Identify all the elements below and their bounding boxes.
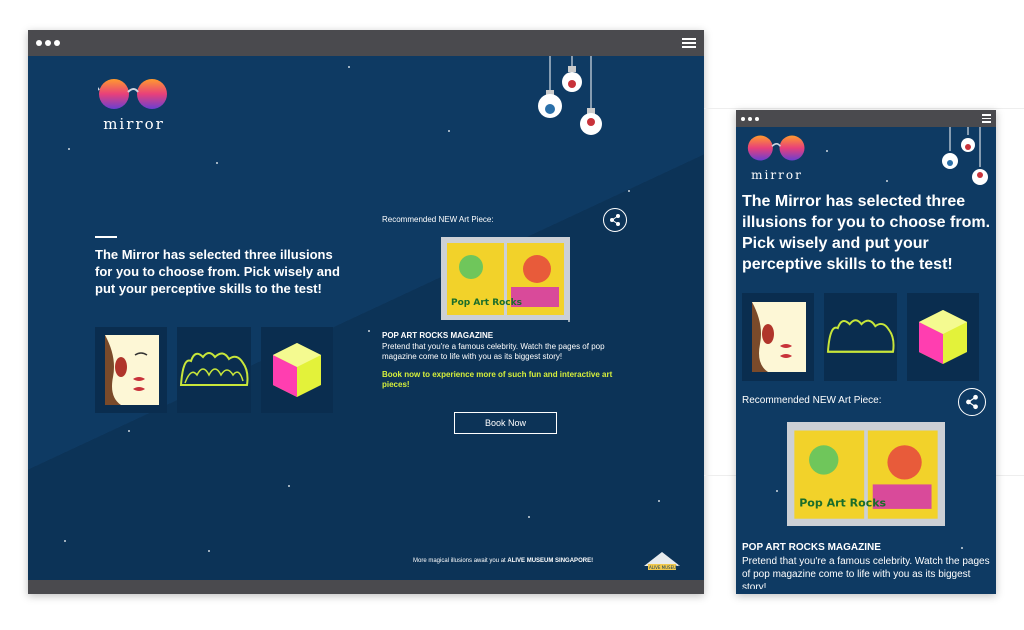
footer-venue: ALIVE MUSEUM SINGAPORE! bbox=[507, 558, 594, 564]
hamburger-menu-icon[interactable] bbox=[982, 114, 991, 123]
browser-top-bar bbox=[28, 30, 704, 56]
illusion-option-bush[interactable] bbox=[177, 327, 251, 413]
desktop-preview: mirror The Mirror has selected three ill… bbox=[28, 30, 704, 594]
art-piece-description: Pretend that you're a famous celebrity. … bbox=[742, 556, 990, 589]
star-decoration bbox=[216, 162, 218, 164]
star-decoration bbox=[776, 490, 778, 492]
brand-name: mirror bbox=[751, 168, 803, 182]
alive-museum-logo[interactable]: ALIVE MUSEUM bbox=[640, 548, 684, 572]
illusion-option-cube[interactable] bbox=[261, 327, 333, 413]
hanging-lightbulbs-icon bbox=[942, 127, 988, 185]
hamburger-menu-icon[interactable] bbox=[682, 38, 696, 48]
glasses-icon bbox=[747, 135, 805, 161]
recommended-label: Recommended NEW Art Piece: bbox=[382, 215, 494, 224]
museum-logo-icon: ALIVE MUSEUM bbox=[644, 552, 680, 570]
hanging-lightbulbs-icon bbox=[538, 56, 602, 135]
star-decoration bbox=[448, 130, 450, 132]
cube-illusion-icon bbox=[273, 343, 321, 397]
share-button[interactable] bbox=[603, 208, 627, 232]
face-tree-illusion-icon bbox=[752, 302, 806, 372]
window-dots-icon bbox=[36, 40, 60, 46]
star-decoration bbox=[128, 430, 130, 432]
window-dots-icon bbox=[741, 116, 759, 121]
share-icon bbox=[966, 394, 978, 410]
magazine-image[interactable]: Pop Art Rocks bbox=[441, 237, 570, 320]
recommended-label: Recommended NEW Art Piece: bbox=[742, 395, 882, 406]
magazine-title: Pop Art Rocks bbox=[451, 298, 522, 308]
bush-illusion-icon bbox=[179, 352, 249, 386]
footer-prefix: More magical illusions await you at bbox=[413, 558, 506, 564]
star-decoration bbox=[68, 148, 70, 150]
art-piece-title: POP ART ROCKS MAGAZINE bbox=[742, 542, 881, 553]
star-decoration bbox=[628, 190, 630, 192]
glasses-icon bbox=[95, 79, 167, 109]
star-decoration bbox=[64, 540, 66, 542]
mobile-preview: mirror The Mirror has selected three ill… bbox=[736, 110, 996, 594]
cube-illusion-icon bbox=[919, 310, 967, 364]
star-decoration bbox=[886, 180, 888, 182]
brand-name: mirror bbox=[103, 115, 165, 133]
star-decoration bbox=[826, 150, 828, 152]
brand-logo[interactable]: mirror bbox=[95, 76, 170, 133]
magazine-illustration: Pop Art Rocks bbox=[447, 243, 564, 315]
book-now-button[interactable]: Book Now bbox=[454, 412, 557, 434]
star-decoration bbox=[208, 550, 210, 552]
face-tree-illusion-icon bbox=[105, 335, 159, 405]
browser-bottom-bar bbox=[28, 580, 704, 594]
headline-rule bbox=[95, 236, 117, 238]
footer-text: More magical illusions await you at ALIV… bbox=[413, 558, 593, 564]
intro-headline: The Mirror has selected three illusions … bbox=[95, 247, 340, 296]
star-decoration bbox=[528, 516, 530, 518]
mobile-top-bar bbox=[736, 110, 996, 127]
star-decoration bbox=[568, 320, 570, 322]
magazine-image[interactable]: Pop Art Rocks bbox=[787, 422, 945, 526]
intro-headline: The Mirror has selected three illusions … bbox=[742, 193, 991, 273]
share-button[interactable] bbox=[958, 388, 986, 416]
bush-illusion-icon bbox=[826, 319, 895, 353]
star-decoration bbox=[348, 66, 350, 68]
share-icon bbox=[610, 214, 620, 226]
art-piece-cta-text: Book now to experience more of such fun … bbox=[382, 370, 613, 389]
star-decoration bbox=[658, 500, 660, 502]
art-piece-title: POP ART ROCKS MAGAZINE bbox=[382, 331, 494, 340]
illusion-option-bush[interactable] bbox=[824, 293, 897, 381]
star-decoration bbox=[288, 485, 290, 487]
museum-logo-text: ALIVE MUSEUM bbox=[649, 565, 680, 570]
illusion-option-cube[interactable] bbox=[907, 293, 979, 381]
divider-line bbox=[704, 108, 1024, 109]
brand-logo[interactable]: mirror bbox=[746, 133, 808, 182]
magazine-title: Pop Art Rocks bbox=[799, 496, 886, 509]
star-decoration bbox=[961, 547, 963, 549]
magazine-illustration: Pop Art Rocks bbox=[794, 430, 938, 519]
star-decoration bbox=[368, 330, 370, 332]
art-piece-description: Pretend that you're a famous celebrity. … bbox=[382, 342, 605, 361]
illusion-option-face[interactable] bbox=[742, 293, 814, 381]
illusion-option-face[interactable] bbox=[95, 327, 167, 413]
